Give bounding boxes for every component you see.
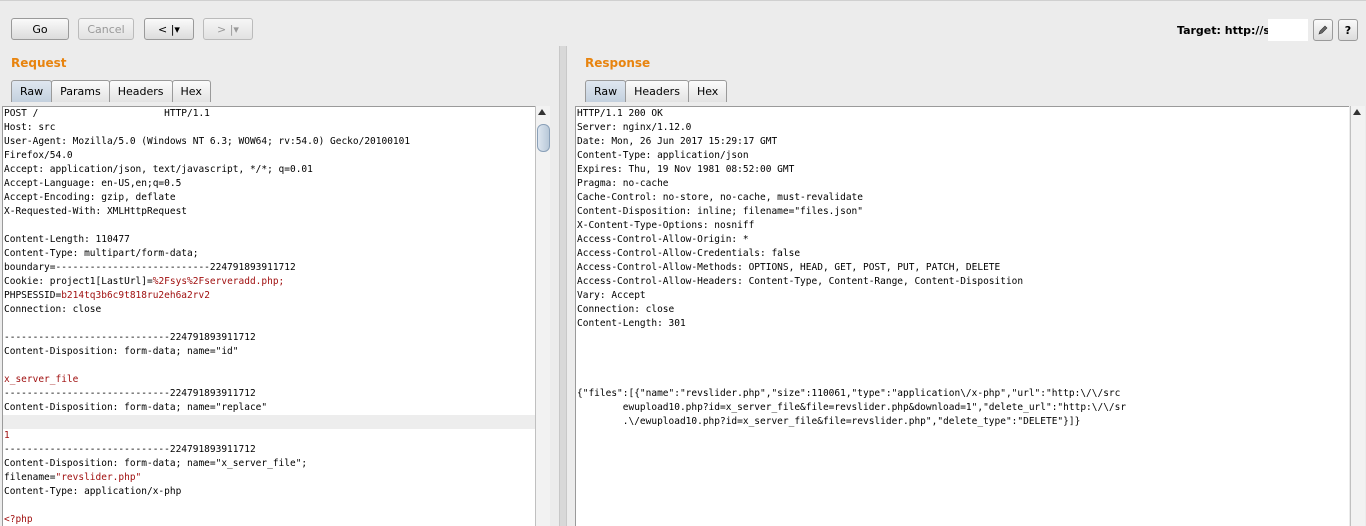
text-line: Accept: application/json, text/javascrip… [4,164,313,175]
text-line [3,359,536,373]
text-line: Host: src [4,122,56,133]
text-line: Content-Disposition: form-data; name="x_… [4,458,308,469]
text-line: Accept-Encoding: gzip, deflate [4,192,176,203]
text-line: Connection: close [577,304,675,315]
text-line: Cookie: project1[LastUrl]=%2Fsys%2Fserve… [4,276,285,287]
tab-hex[interactable]: Hex [687,80,728,102]
text-line: Access-Control-Allow-Methods: OPTIONS, H… [577,262,1001,273]
forward-button[interactable]: > |▾ [203,18,253,40]
text-line: Pragma: no-cache [577,178,669,189]
text-line: Date: Mon, 26 Jun 2017 15:29:17 GMT [577,136,778,147]
text-line: HTTP/1.1 200 OK [577,108,663,119]
response-title: Response [585,56,651,70]
response-viewer[interactable]: HTTP/1.1 200 OK Server: nginx/1.12.0 Date:… [575,106,1349,526]
text-line: Content-Length: 110477 [4,234,130,245]
tab-headers[interactable]: Headers [625,80,689,102]
text-line: ewupload10.php?id=x_server_file&file=rev… [577,402,1127,413]
text-line: Content-Type: multipart/form-data; [4,248,199,259]
scroll-up-icon[interactable] [538,109,546,115]
response-body: {"files":[{"name":"revslider.php","size"… [576,387,1256,429]
text-line: X-Content-Type-Options: nosniff [577,220,755,231]
response-scrollbar[interactable] [1350,106,1365,526]
toolbar: Go Cancel < |▾ > |▾ Target: http://src ? [0,0,1366,47]
text-line: Access-Control-Allow-Headers: Content-Ty… [577,276,1024,287]
text-line: 1 [4,430,10,441]
text-line: boundary=---------------------------2247… [4,262,296,273]
tab-raw[interactable]: Raw [11,80,53,102]
text-line [3,219,536,233]
text-line: Content-Length: 301 [577,318,686,329]
text-line: Server: nginx/1.12.0 [577,122,692,133]
text-line: Content-Disposition: inline; filename="f… [577,206,863,217]
response-tabs: Raw Headers Hex [585,80,728,102]
text-line: Accept-Language: en-US,en;q=0.5 [4,178,182,189]
text-line: filename="revslider.php" [4,472,142,483]
tab-raw[interactable]: Raw [585,80,627,102]
split-divider[interactable] [559,46,567,526]
tab-params[interactable]: Params [51,80,110,102]
scroll-up-icon[interactable] [1353,109,1361,115]
request-scrollbar[interactable] [535,106,550,526]
text-line: Content-Type: application/json [577,150,749,161]
request-panel: Request Raw Params Headers Hex POST / HT… [0,46,552,526]
text-line: Access-Control-Allow-Credentials: false [577,248,801,259]
response-panel: Response Raw Headers Hex HTTP/1.1 200 OK… [568,46,1366,526]
pencil-icon [1318,25,1328,35]
request-tabs: Raw Params Headers Hex [11,80,211,102]
edit-target-button[interactable] [1313,19,1333,41]
target-label: Target: http://src [1177,24,1282,37]
scroll-thumb[interactable] [537,124,550,152]
request-editor[interactable]: POST / HTTP/1.1 Host: src User-Agent: Mozi… [2,106,536,526]
text-line: Content-Disposition: form-data; name="re… [4,402,268,413]
text-line [3,499,536,513]
text-line: X-Requested-With: XMLHttpRequest [4,206,188,217]
text-line: Cache-Control: no-store, no-cache, must-… [577,192,863,203]
text-line: PHPSESSID=b214tq3b6c9t818ru2eh6a2rv2 [4,290,210,301]
text-line: Firefox/54.0 [4,150,73,161]
text-line: .\/ewupload10.php?id=x_server_file&file=… [577,416,1081,427]
target-host-field [1268,19,1308,41]
tab-hex[interactable]: Hex [171,80,211,102]
help-button[interactable]: ? [1338,19,1358,41]
cancel-button[interactable]: Cancel [78,18,134,40]
text-line: -----------------------------22479189391… [4,388,256,399]
text-line: {"files":[{"name":"revslider.php","size"… [577,388,1121,399]
text-line: -----------------------------22479189391… [4,444,256,455]
text-line: Connection: close [4,304,102,315]
text-line: Access-Control-Allow-Origin: * [577,234,749,245]
text-line: User-Agent: Mozilla/5.0 (Windows NT 6.3;… [4,136,411,147]
text-line: Content-Type: application/x-php [4,486,182,497]
tab-headers[interactable]: Headers [108,80,173,102]
back-button[interactable]: < |▾ [144,18,194,40]
text-line: x_server_file [4,374,79,385]
text-line [3,415,536,429]
text-line: Expires: Thu, 19 Nov 1981 08:52:00 GMT [577,164,795,175]
text-line: -----------------------------22479189391… [4,332,256,343]
text-line [3,317,536,331]
text-line: Content-Disposition: form-data; name="id… [4,346,239,357]
go-button[interactable]: Go [11,18,69,40]
text-line: Vary: Accept [577,290,646,301]
text-line: <?php [4,514,33,525]
text-line: POST / HTTP/1.1 [4,108,210,119]
request-title: Request [11,56,67,70]
